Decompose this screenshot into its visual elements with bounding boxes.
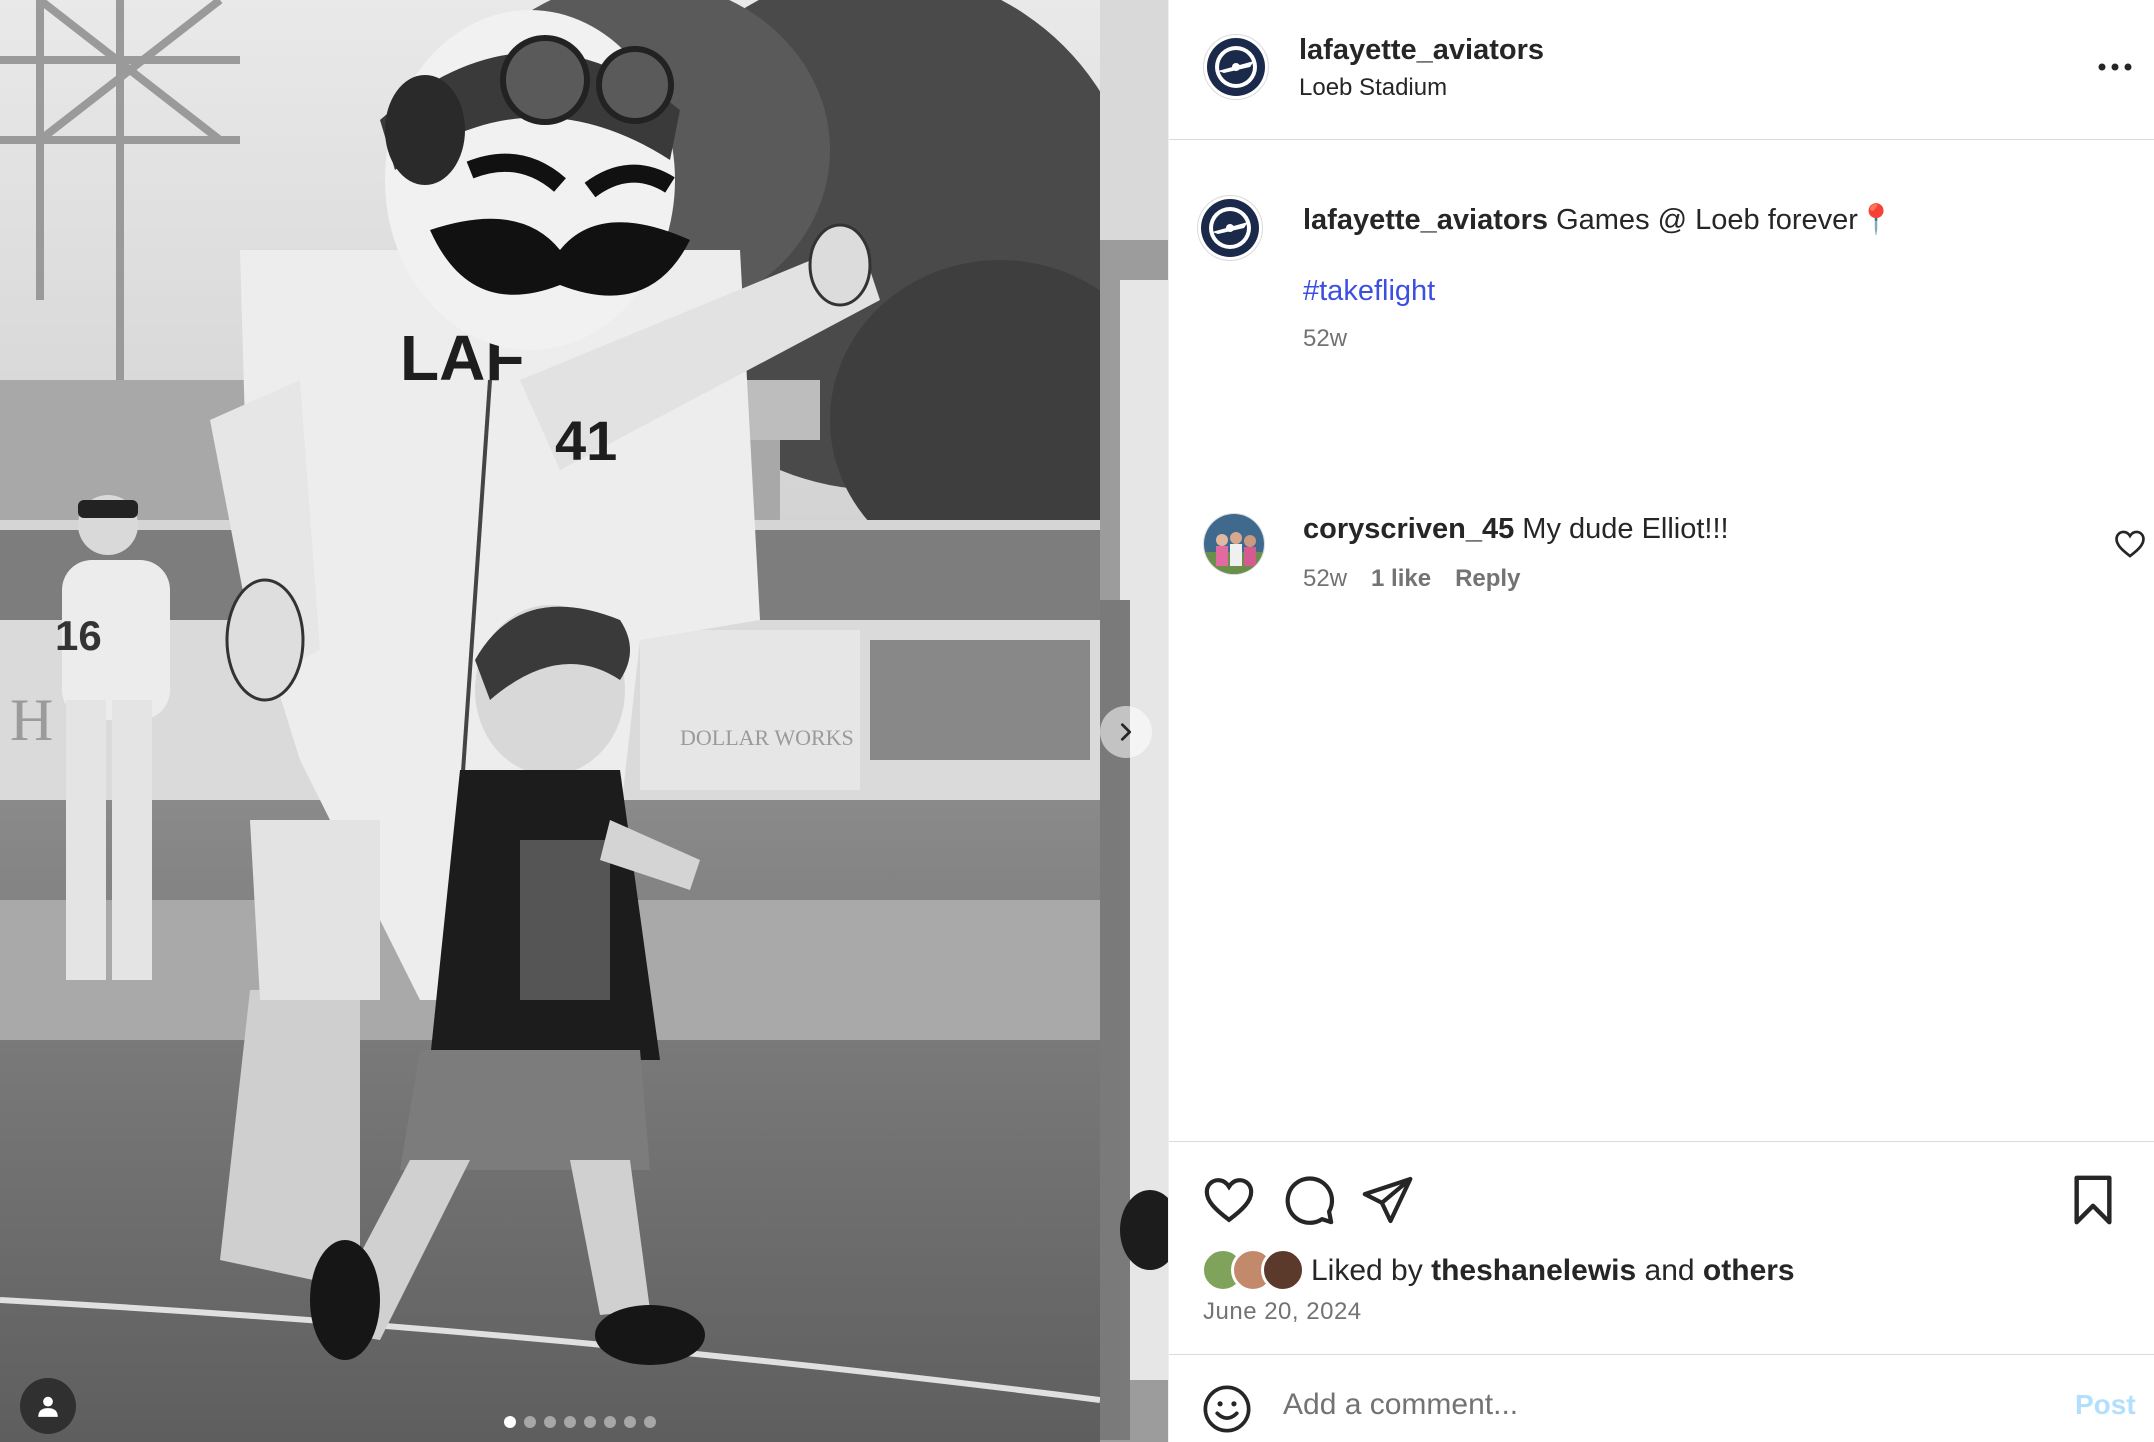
hashtag-link[interactable]: #takeflight <box>1303 275 1435 308</box>
carousel-dot <box>624 1416 636 1428</box>
svg-text:H: H <box>10 687 53 753</box>
bookmark-icon[interactable] <box>2065 1172 2121 1228</box>
caption-username[interactable]: lafayette_aviators <box>1303 204 1548 236</box>
carousel-dot <box>584 1416 596 1428</box>
aviators-logo-icon <box>1207 38 1265 96</box>
commenter-username[interactable]: coryscriven_45 <box>1303 513 1514 545</box>
more-options-button[interactable] <box>2095 50 2135 84</box>
svg-text:41: 41 <box>555 409 617 472</box>
carousel-dot <box>524 1416 536 1428</box>
post-photo: H DOLLAR WORKS 16 LAF 41 <box>0 0 1100 1442</box>
caption-meta: 52w <box>1303 325 1347 353</box>
caption-text: lafayette_aviators Games @ Loeb forever📍 <box>1303 203 1894 237</box>
next-slide-button[interactable] <box>1100 706 1152 758</box>
reply-button[interactable]: Reply <box>1455 565 1520 593</box>
caption-avatar[interactable] <box>1197 195 1263 261</box>
svg-text:DOLLAR WORKS: DOLLAR WORKS <box>680 725 854 750</box>
commenter-photo <box>1204 514 1264 574</box>
comment-heart-icon[interactable] <box>2113 527 2147 561</box>
liked-by-user-link[interactable]: theshanelewis <box>1431 1254 1636 1287</box>
comment-like-count[interactable]: 1 like <box>1371 565 1431 593</box>
comment-body: My dude Elliot!!! <box>1522 513 1729 545</box>
carousel-dot <box>544 1416 556 1428</box>
user-tags-button[interactable] <box>20 1378 76 1434</box>
comment-text: coryscriven_45 My dude Elliot!!! <box>1303 513 1729 546</box>
chevron-right-icon <box>1120 723 1132 741</box>
liker-avatar <box>1261 1248 1305 1292</box>
commenter-avatar[interactable] <box>1203 513 1265 575</box>
comments-section: lafayette_aviators Games @ Loeb forever📍… <box>1169 141 2154 1141</box>
emoji-icon[interactable] <box>1201 1383 1253 1435</box>
svg-text:16: 16 <box>55 612 102 659</box>
post-media: H DOLLAR WORKS 16 LAF 41 <box>0 0 1168 1442</box>
liker-avatars[interactable] <box>1201 1248 1305 1292</box>
share-icon[interactable] <box>1359 1172 1415 1228</box>
aviators-logo-icon <box>1201 199 1259 257</box>
post-comment-button[interactable]: Post <box>2075 1389 2136 1421</box>
carousel-indicator <box>504 1416 656 1428</box>
post-actions: Liked by theshanelewis and others June 2… <box>1169 1141 2154 1354</box>
comment-age[interactable]: 52w <box>1303 565 1347 593</box>
add-comment-bar: Post <box>1169 1354 2154 1442</box>
carousel-dot <box>644 1416 656 1428</box>
account-username[interactable]: lafayette_aviators <box>1299 34 1544 67</box>
post-date[interactable]: June 20, 2024 <box>1203 1298 1362 1326</box>
comment-icon[interactable] <box>1281 1172 1337 1228</box>
carousel-dot <box>504 1416 516 1428</box>
carousel-dot <box>604 1416 616 1428</box>
comment-meta: 52w 1 like Reply <box>1303 565 1520 593</box>
account-avatar[interactable] <box>1203 34 1269 100</box>
liked-by-prefix: Liked by <box>1311 1254 1423 1287</box>
user-tag-icon <box>38 1396 58 1417</box>
post-location[interactable]: Loeb Stadium <box>1299 74 1447 102</box>
caption-age[interactable]: 52w <box>1303 325 1347 353</box>
post-header: lafayette_aviators Loeb Stadium <box>1169 0 2154 140</box>
heart-icon[interactable] <box>1201 1172 1257 1228</box>
liked-by-text: Liked by theshanelewis and others <box>1311 1254 1795 1288</box>
comment-item: coryscriven_45 My dude Elliot!!! 52w 1 l… <box>1169 369 2154 592</box>
liked-by-joiner: and <box>1644 1254 1695 1287</box>
comment-input[interactable] <box>1283 1377 2003 1433</box>
liked-by-others-link[interactable]: others <box>1703 1254 1795 1287</box>
caption-body: Games @ Loeb forever📍 <box>1556 204 1895 236</box>
more-options-icon <box>2098 63 2132 71</box>
caption-row: lafayette_aviators Games @ Loeb forever📍… <box>1169 169 2154 369</box>
carousel-dot <box>564 1416 576 1428</box>
post-detail-panel: lafayette_aviators Loeb Stadium lafayett… <box>1168 0 2154 1442</box>
